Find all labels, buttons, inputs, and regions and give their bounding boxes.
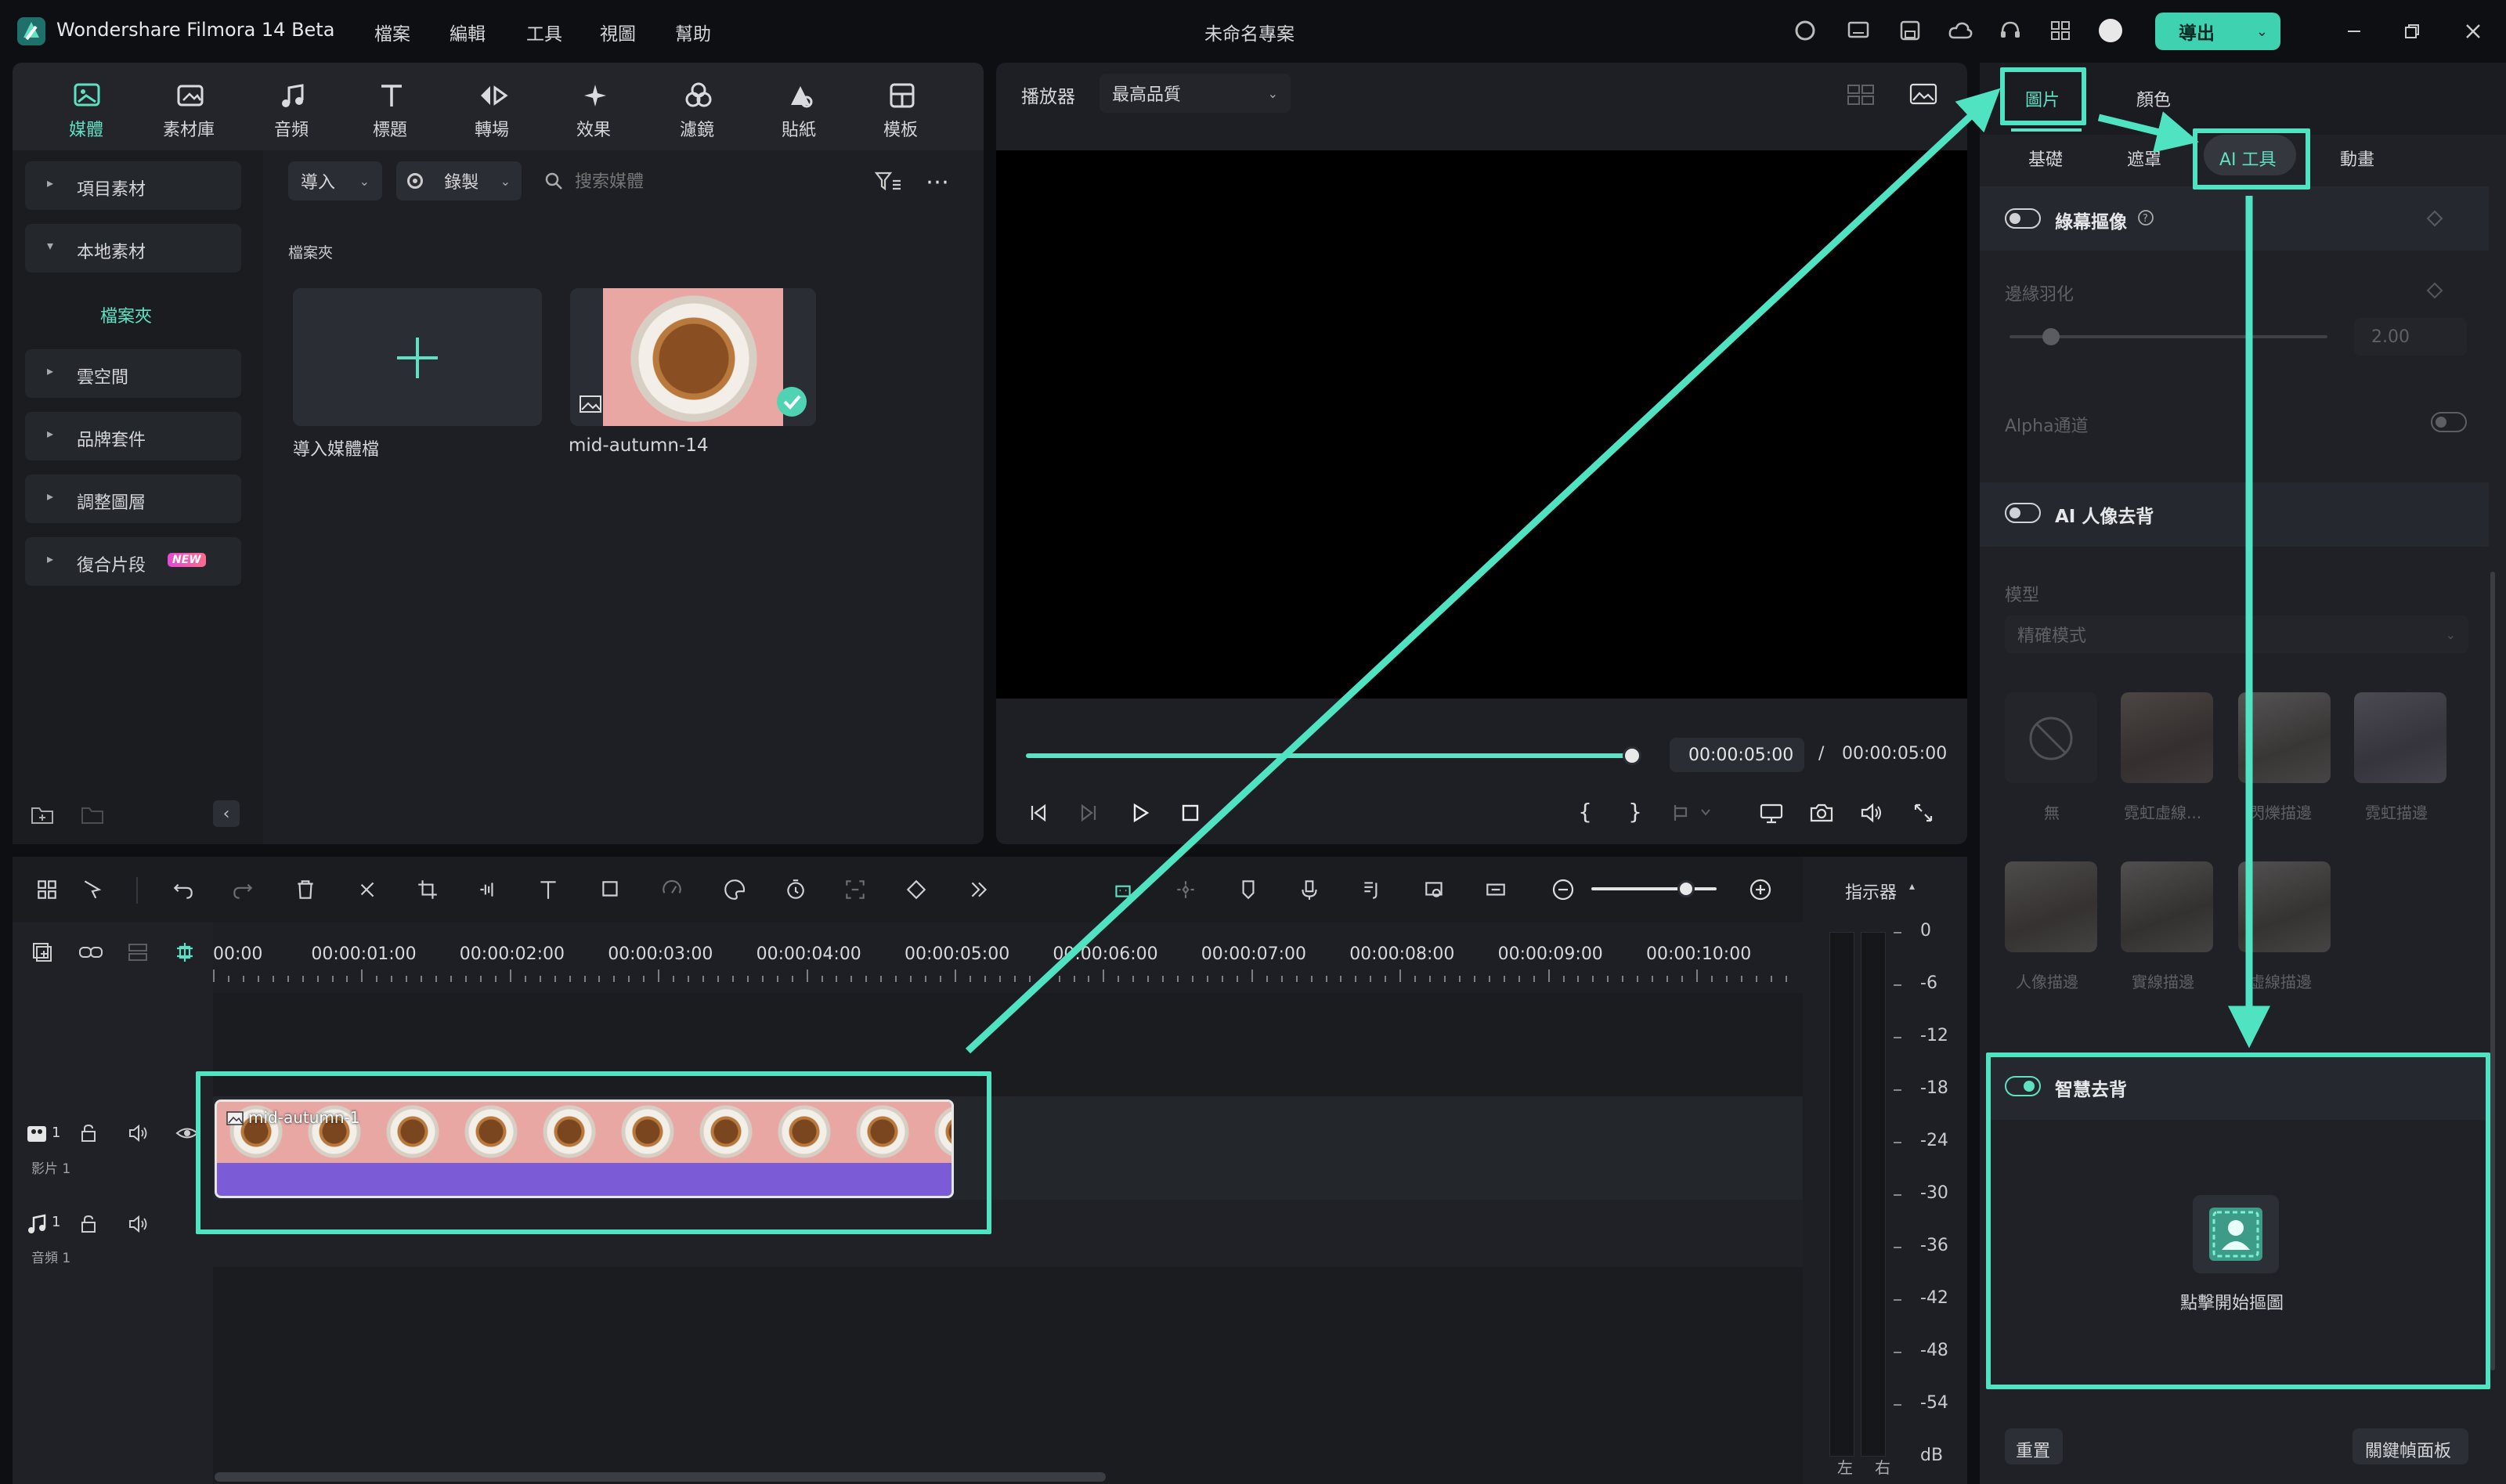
arrow-image-tab-to-ai-tools (2097, 111, 2199, 153)
annotation-arrows (965, 88, 2270, 1054)
arrow-clip-to-image-tab (965, 88, 2001, 1054)
